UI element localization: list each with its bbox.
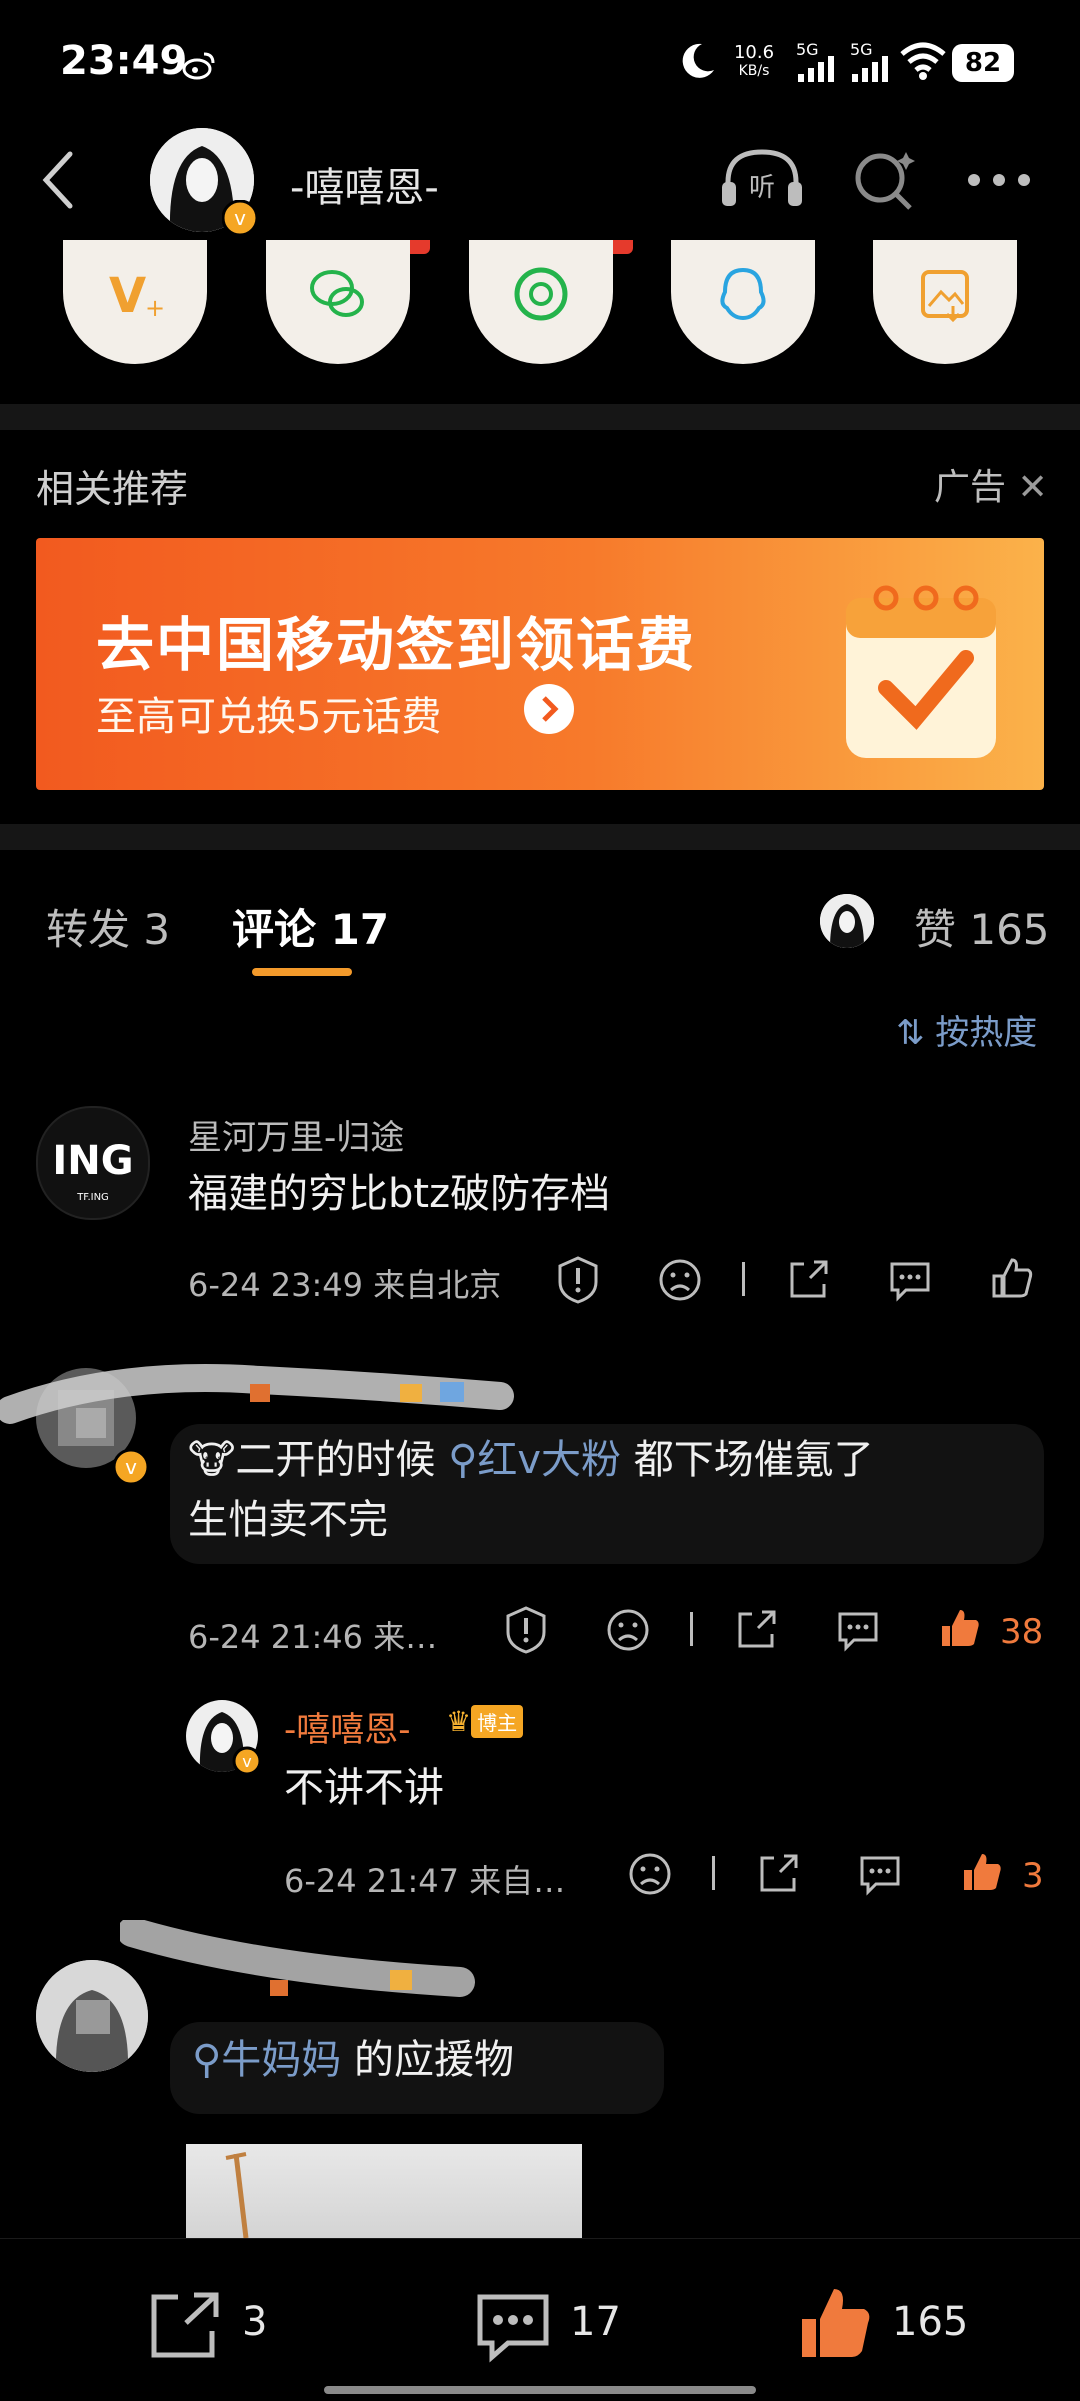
reply-icon[interactable] — [888, 1258, 932, 1302]
cow-icon: 🐮 — [188, 1437, 236, 1483]
svg-text:v: v — [234, 206, 246, 230]
section-divider-2 — [0, 824, 1080, 850]
sort-icon: ⇅ — [896, 1013, 936, 1053]
comment-meta: 6-24 21:46 来… — [188, 1618, 438, 1656]
share-icon[interactable] — [756, 1852, 800, 1896]
redacted-scribble — [120, 1920, 475, 1997]
like-icon-filled[interactable] — [796, 2283, 876, 2363]
repost-count: 3 — [242, 2299, 268, 2345]
report-icon[interactable] — [504, 1606, 548, 1654]
wifi-icon — [900, 42, 946, 80]
svg-text:+: + — [145, 294, 165, 322]
share-vplus-button[interactable]: V + — [63, 240, 207, 364]
svg-text:V: V — [109, 268, 146, 324]
like-icon-filled[interactable] — [938, 1606, 982, 1650]
bottom-action-bar: 3 17 165 — [0, 2238, 1080, 2401]
svg-text:ING: ING — [52, 1138, 133, 1184]
status-bar: 23:49 10.6 KB/s 5G 5G 82 — [0, 0, 1080, 120]
share-icon[interactable] — [734, 1608, 778, 1652]
sort-button[interactable]: ⇅ 按热度 — [896, 1005, 1037, 1054]
reply-icon[interactable] — [858, 1852, 902, 1896]
dislike-icon[interactable] — [606, 1608, 650, 1652]
comment-text: 🐮二开的时候 ⚲红v大粉 都下场催氪了 生怕卖不完 — [188, 1437, 874, 1543]
listen-icon[interactable]: 听 — [720, 148, 804, 212]
moon-icon — [682, 43, 714, 78]
dislike-icon[interactable] — [658, 1258, 702, 1302]
share-icon[interactable] — [786, 1258, 830, 1302]
svg-text:TF.ING: TF.ING — [76, 1192, 109, 1203]
comment-icon[interactable] — [474, 2291, 552, 2363]
share-wechat-button[interactable] — [266, 240, 410, 364]
commenter-avatar[interactable]: ING TF.ING — [36, 1106, 150, 1220]
status-time: 23:49 — [60, 38, 188, 84]
divider — [690, 1612, 693, 1646]
like-count: 38 — [1000, 1612, 1044, 1652]
battery-indicator: 82 — [952, 44, 1014, 82]
search-icon[interactable] — [852, 148, 916, 212]
like-count: 3 — [1022, 1856, 1044, 1896]
calendar-check-icon — [846, 585, 996, 758]
chevron-right-icon — [524, 684, 574, 734]
like-icon-filled[interactable] — [960, 1850, 1004, 1894]
comment-text: 福建的穷比btz破防存档 — [188, 1171, 611, 1217]
report-icon[interactable] — [556, 1256, 600, 1304]
tab-active-indicator — [252, 968, 352, 976]
moments-icon — [514, 267, 568, 321]
tab-reposts[interactable]: 转发 3 — [46, 896, 170, 957]
verified-badge-icon: v — [112, 1448, 150, 1486]
signal-icon-2 — [852, 56, 888, 82]
reply-author-name[interactable]: -嘻嘻恩- — [284, 1702, 411, 1751]
verified-badge-icon: v — [232, 1746, 262, 1776]
share-qq-button[interactable] — [671, 240, 815, 364]
blogger-badge: ♛ 博主 — [446, 1704, 524, 1738]
close-icon[interactable]: ✕ — [1006, 467, 1047, 508]
wechat-icon — [310, 270, 364, 317]
liker-avatar — [820, 894, 874, 948]
home-indicator[interactable] — [324, 2386, 756, 2394]
like-count-total: 165 — [892, 2299, 969, 2345]
banner-subline: 至高可兑换5元话费 — [96, 694, 442, 740]
comment-count: 17 — [570, 2299, 621, 2345]
share-moments-button[interactable] — [469, 240, 613, 364]
back-icon[interactable] — [38, 150, 78, 210]
svg-text:听: 听 — [749, 173, 775, 203]
redacted-scribble — [0, 1364, 514, 1424]
share-save-image-button[interactable] — [873, 240, 1017, 364]
ad-banner[interactable]: 去中国移动签到领话费 至高可兑换5元话费 — [36, 538, 1044, 790]
net-speed: 10.6 KB/s — [733, 42, 775, 80]
dislike-icon[interactable] — [628, 1852, 672, 1896]
banner-headline: 去中国移动签到领话费 — [96, 611, 697, 679]
divider — [742, 1262, 745, 1296]
svg-text:v: v — [125, 1455, 137, 1479]
save-image-icon — [921, 270, 969, 323]
tab-likes[interactable]: 赞 165 — [914, 896, 1050, 957]
divider — [712, 1856, 715, 1890]
section-divider — [0, 404, 1080, 430]
more-icon[interactable] — [966, 172, 1032, 188]
vplus-icon: V+ — [109, 268, 165, 324]
qq-icon — [720, 267, 766, 321]
repost-icon[interactable] — [148, 2291, 222, 2361]
comment-text: ⚲牛妈妈 的应援物 — [192, 2037, 515, 2083]
mention-link[interactable]: ⚲牛妈妈 — [192, 2037, 341, 2083]
page-title[interactable]: -嘻嘻恩- — [290, 155, 439, 213]
crown-icon: ♛ — [446, 1704, 472, 1738]
tab-comments[interactable]: 评论 17 — [232, 896, 389, 957]
reply-meta: 6-24 21:47 来自… — [284, 1862, 566, 1900]
ad-close-button[interactable]: 广告 ✕ — [934, 458, 1048, 510]
recommend-label: 相关推荐 — [36, 467, 189, 511]
comment-image[interactable] — [186, 2144, 582, 2239]
commenter-name[interactable]: 星河万里-归途 — [188, 1110, 404, 1159]
reply-text: 不讲不讲 — [284, 1765, 444, 1811]
like-icon[interactable] — [990, 1256, 1034, 1300]
mention-link[interactable]: ⚲红v大粉 — [448, 1437, 621, 1483]
svg-text:v: v — [242, 1752, 251, 1771]
weibo-icon — [182, 52, 215, 80]
verified-badge-icon: v — [222, 200, 258, 236]
reply-icon[interactable] — [836, 1608, 880, 1652]
comment-meta: 6-24 23:49 来自北京 — [188, 1266, 502, 1304]
signal-icon — [798, 56, 834, 82]
